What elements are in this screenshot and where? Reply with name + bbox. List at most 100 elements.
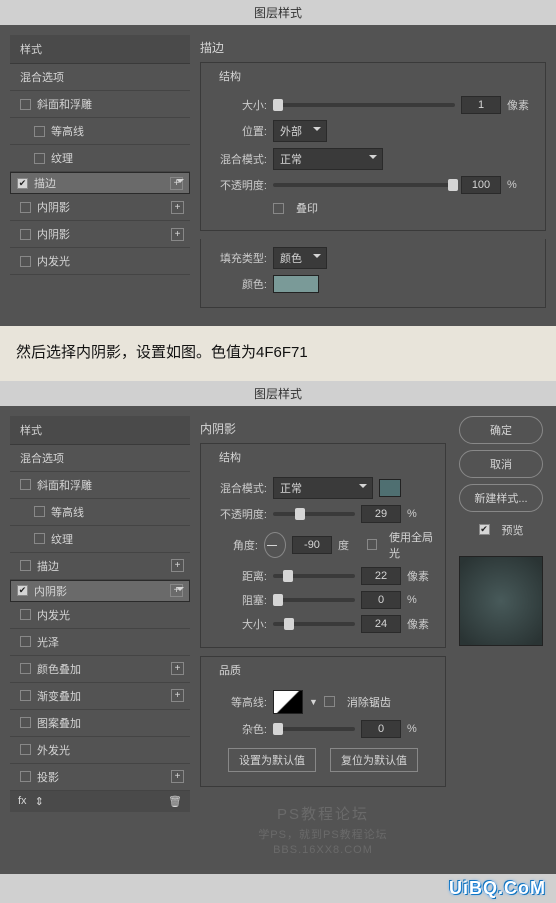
distance-input[interactable] (361, 567, 401, 585)
style-checkbox[interactable] (20, 256, 31, 267)
opacity-slider[interactable] (273, 512, 355, 516)
new-style-button[interactable]: 新建样式... (459, 484, 543, 512)
blendmode-select[interactable]: 正常 (273, 148, 383, 170)
sidebar-item[interactable]: 等高线 (10, 118, 190, 145)
style-checkbox[interactable]: ✔ (17, 585, 28, 596)
style-checkbox[interactable] (34, 506, 45, 517)
sidebar-item[interactable]: 斜面和浮雕 (10, 472, 190, 499)
set-default-button[interactable]: 设置为默认值 (228, 748, 316, 772)
add-effect-button[interactable]: + (171, 689, 184, 702)
size-input[interactable] (461, 96, 501, 114)
style-checkbox[interactable] (34, 126, 45, 137)
antialias-label: 消除锯齿 (347, 694, 391, 710)
sidebar-item[interactable]: ✔内阴影+ (10, 580, 190, 602)
cancel-button[interactable]: 取消 (459, 450, 543, 478)
style-checkbox[interactable] (20, 202, 31, 213)
sidebar-item[interactable]: 等高线 (10, 499, 190, 526)
size-label: 大小: (211, 97, 267, 113)
global-light-label: 使用全局光 (389, 529, 435, 561)
sidebar-item[interactable]: 渐变叠加+ (10, 683, 190, 710)
sidebar-item[interactable]: 投影+ (10, 764, 190, 791)
style-checkbox[interactable]: ✔ (17, 178, 28, 189)
color-swatch[interactable] (273, 275, 319, 293)
antialias-checkbox[interactable] (324, 696, 335, 707)
sidebar-item[interactable]: 颜色叠加 + (10, 656, 190, 683)
reset-default-button[interactable]: 复位为默认值 (330, 748, 418, 772)
add-effect-button[interactable]: + (171, 228, 184, 241)
contour-label: 等高线: (211, 694, 267, 710)
style-checkbox[interactable] (20, 479, 31, 490)
noise-slider[interactable] (273, 727, 355, 731)
add-effect-button[interactable]: + (171, 662, 184, 675)
opacity-slider[interactable] (273, 183, 455, 187)
choke-slider[interactable] (273, 598, 355, 602)
add-effect-button[interactable]: + (170, 177, 183, 190)
style-checkbox[interactable] (20, 229, 31, 240)
angle-label: 角度: (211, 537, 258, 553)
style-checkbox[interactable] (20, 771, 31, 782)
sidebar-item-label: 光泽 (37, 634, 59, 650)
fx-icon[interactable]: fx (18, 795, 27, 808)
style-checkbox[interactable] (20, 690, 31, 701)
distance-slider[interactable] (273, 574, 355, 578)
global-light-checkbox[interactable] (367, 539, 377, 550)
sidebar-item-label: 颜色叠加 (37, 661, 81, 677)
angle-dial[interactable] (264, 532, 286, 558)
filltype-select[interactable]: 颜色 (273, 247, 327, 269)
add-effect-button[interactable]: + (171, 201, 184, 214)
style-checkbox[interactable] (34, 153, 45, 164)
sidebar-item-label: 纹理 (51, 150, 73, 166)
sidebar-item[interactable]: 内阴影+ (10, 194, 190, 221)
position-select[interactable]: 外部 (273, 120, 327, 142)
style-checkbox[interactable] (20, 609, 31, 620)
overprint-checkbox[interactable] (273, 203, 284, 214)
contour-picker[interactable] (273, 690, 303, 714)
trash-icon[interactable]: 🗑 (168, 795, 182, 808)
size-unit: 像素 (507, 97, 535, 113)
add-effect-button[interactable]: + (171, 770, 184, 783)
style-checkbox[interactable] (20, 636, 31, 647)
sidebar-item[interactable]: 纹理 (10, 145, 190, 172)
style-checkbox[interactable] (20, 560, 31, 571)
opacity-input[interactable] (361, 505, 401, 523)
sidebar-item[interactable]: 内发光 (10, 602, 190, 629)
sidebar-item[interactable]: 外发光 (10, 737, 190, 764)
sidebar-item[interactable]: 斜面和浮雕 (10, 91, 190, 118)
style-checkbox[interactable] (20, 663, 31, 674)
sidebar-item[interactable]: ✔描边+ (10, 172, 190, 194)
noise-input[interactable] (361, 720, 401, 738)
style-checkbox[interactable] (20, 99, 31, 110)
sidebar-item-label: 内发光 (37, 607, 70, 623)
style-checkbox[interactable] (34, 533, 45, 544)
preview-checkbox[interactable]: ✔ (479, 524, 490, 535)
sidebar-item[interactable]: 描边+ (10, 553, 190, 580)
blendmode-label: 混合模式: (211, 480, 267, 496)
style-checkbox[interactable] (20, 717, 31, 728)
sidebar-item[interactable]: 光泽 (10, 629, 190, 656)
dialog-right-column: 确定 取消 新建样式... ✔ 预览 (456, 416, 546, 864)
chevron-up-down-icon[interactable]: ⇕ (35, 795, 44, 808)
size-slider[interactable] (273, 622, 355, 626)
style-checkbox[interactable] (20, 744, 31, 755)
stroke-panel: 描边 结构 大小: 像素 位置: 外部 混合模式: 正常 不 (200, 35, 546, 316)
size-input[interactable] (361, 615, 401, 633)
sidebar-item[interactable]: 内阴影+ (10, 221, 190, 248)
ok-button[interactable]: 确定 (459, 416, 543, 444)
dialog-title: 图层样式 (0, 0, 556, 25)
add-effect-button[interactable]: + (171, 559, 184, 572)
size-slider[interactable] (273, 103, 455, 107)
sidebar-blend-options[interactable]: 混合选项 (10, 445, 190, 472)
size-label: 大小: (211, 616, 267, 632)
sidebar-blend-options[interactable]: 混合选项 (10, 64, 190, 91)
sidebar-item[interactable]: 图案叠加 (10, 710, 190, 737)
choke-input[interactable] (361, 591, 401, 609)
blendmode-select[interactable]: 正常 (273, 477, 373, 499)
layer-style-dialog-stroke: 图层样式 样式 混合选项 斜面和浮雕等高线纹理✔描边+内阴影+内阴影+内发光 描… (0, 0, 556, 326)
chevron-down-icon[interactable]: ▼ (309, 697, 318, 707)
sidebar-item[interactable]: 内发光 (10, 248, 190, 275)
shadow-color-swatch[interactable] (379, 479, 401, 497)
sidebar-item[interactable]: 纹理 (10, 526, 190, 553)
angle-input[interactable] (292, 536, 332, 554)
opacity-input[interactable] (461, 176, 501, 194)
add-effect-button[interactable]: + (170, 584, 183, 597)
